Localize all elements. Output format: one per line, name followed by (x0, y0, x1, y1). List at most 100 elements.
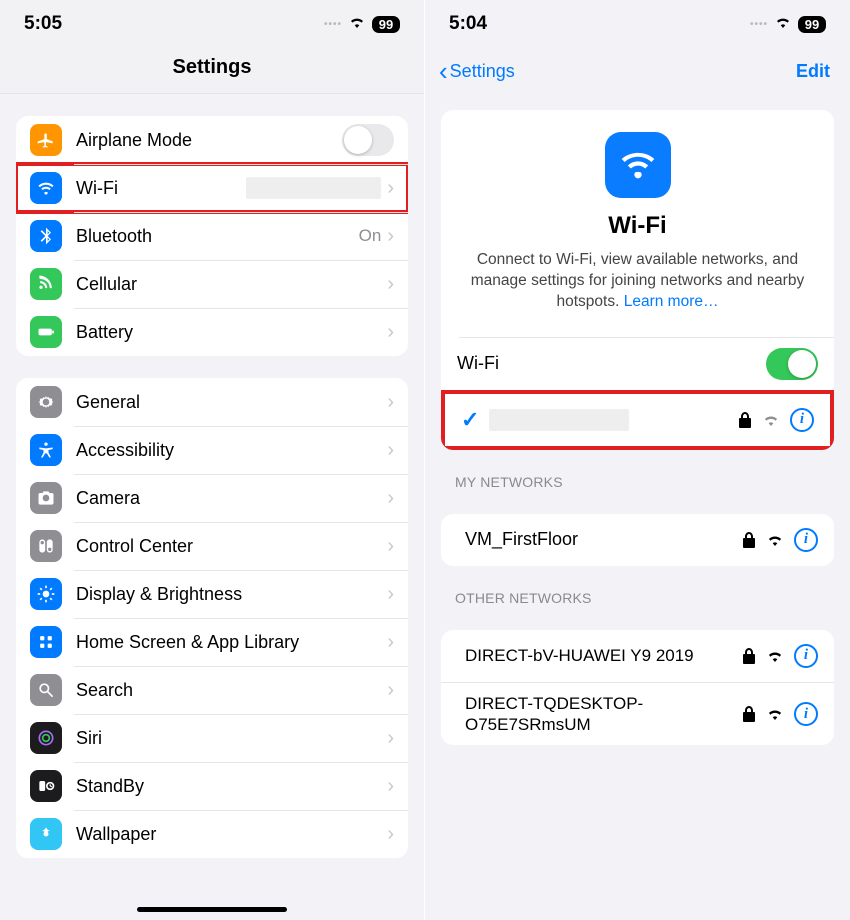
network-row[interactable]: DIRECT-bV-HUAWEI Y9 2019 i (441, 630, 834, 682)
hero-description: Connect to Wi-Fi, view available network… (459, 250, 816, 313)
row-wallpaper[interactable]: Wallpaper › (16, 810, 408, 858)
lock-icon (738, 412, 752, 428)
row-cellular[interactable]: Cellular › (16, 260, 408, 308)
network-row[interactable]: VM_FirstFloor i (441, 514, 834, 566)
row-label: Airplane Mode (76, 130, 342, 151)
info-button[interactable]: i (794, 702, 818, 726)
cellular-icon (30, 268, 62, 300)
other-networks-header: OTHER NETWORKS (425, 566, 850, 614)
learn-more-link[interactable]: Learn more… (624, 293, 719, 310)
row-control-center[interactable]: Control Center › (16, 522, 408, 570)
accessibility-icon (30, 434, 62, 466)
row-bluetooth[interactable]: Bluetooth On › (16, 212, 408, 260)
row-label: General (76, 392, 387, 413)
control-center-icon (30, 530, 62, 562)
network-name: VM_FirstFloor (457, 529, 742, 550)
row-standby[interactable]: StandBy › (16, 762, 408, 810)
row-label: Siri (76, 728, 387, 749)
row-label: Search (76, 680, 387, 701)
settings-group-connectivity: Airplane Mode Wi-Fi › Bluetooth (16, 116, 408, 356)
row-label: Control Center (76, 536, 387, 557)
hero-title: Wi-Fi (459, 212, 816, 240)
wifi-toggle-row[interactable]: Wi-Fi (441, 338, 834, 390)
connected-network-highlight: ✓ i (441, 390, 834, 450)
row-label: Cellular (76, 274, 387, 295)
connected-ssid-redacted (489, 409, 629, 431)
status-time: 5:05 (24, 13, 62, 35)
row-value: On (359, 226, 382, 246)
row-label: Camera (76, 488, 387, 509)
checkmark-icon: ✓ (461, 407, 479, 433)
battery-icon (30, 316, 62, 348)
row-label: Wi-Fi (76, 178, 246, 199)
nav-title: Settings (0, 48, 424, 94)
row-label: StandBy (76, 776, 387, 797)
chevron-right-icon: › (387, 631, 394, 654)
row-label: Wi-Fi (457, 353, 766, 374)
row-battery[interactable]: Battery › (16, 308, 408, 356)
info-button[interactable]: i (794, 528, 818, 552)
wifi-value-redacted (246, 177, 381, 199)
lock-icon (742, 648, 756, 664)
row-label: Display & Brightness (76, 584, 387, 605)
info-button[interactable]: i (794, 644, 818, 668)
chevron-right-icon: › (387, 583, 394, 606)
row-display-brightness[interactable]: Display & Brightness › (16, 570, 408, 618)
home-screen-icon (30, 626, 62, 658)
battery-badge: 99 (798, 16, 826, 33)
cellular-dots-icon: •••• (324, 19, 342, 30)
wifi-screen: 5:04 •••• 99 ‹ Settings Edit (425, 0, 850, 920)
row-label: Home Screen & App Library (76, 632, 387, 653)
standby-icon (30, 770, 62, 802)
row-siri[interactable]: Siri › (16, 714, 408, 762)
chevron-right-icon: › (387, 487, 394, 510)
lock-icon (742, 532, 756, 548)
wallpaper-icon (30, 818, 62, 850)
chevron-right-icon: › (387, 439, 394, 462)
airplane-icon (30, 124, 62, 156)
gear-icon (30, 386, 62, 418)
chevron-right-icon: › (387, 823, 394, 846)
network-row[interactable]: DIRECT-TQDESKTOP-O75E7SRmsUM i (441, 682, 834, 746)
wifi-status-icon (774, 13, 792, 35)
chevron-right-icon: › (387, 679, 394, 702)
edit-button[interactable]: Edit (796, 48, 830, 94)
lock-icon (742, 706, 756, 722)
battery-badge: 99 (372, 16, 400, 33)
airplane-toggle[interactable] (342, 124, 394, 156)
row-label: Battery (76, 322, 387, 343)
row-camera[interactable]: Camera › (16, 474, 408, 522)
row-search[interactable]: Search › (16, 666, 408, 714)
network-name: DIRECT-bV-HUAWEI Y9 2019 (457, 635, 742, 676)
row-airplane-mode[interactable]: Airplane Mode (16, 116, 408, 164)
row-label: Wallpaper (76, 824, 387, 845)
my-networks-header: MY NETWORKS (425, 450, 850, 498)
brightness-icon (30, 578, 62, 610)
row-label: Bluetooth (76, 226, 359, 247)
camera-icon (30, 482, 62, 514)
chevron-right-icon: › (387, 775, 394, 798)
siri-icon (30, 722, 62, 754)
row-home-screen[interactable]: Home Screen & App Library › (16, 618, 408, 666)
chevron-right-icon: › (387, 177, 394, 200)
row-label: Accessibility (76, 440, 387, 461)
info-button[interactable]: i (790, 408, 814, 432)
search-icon (30, 674, 62, 706)
wifi-signal-icon (766, 707, 784, 721)
row-general[interactable]: General › (16, 378, 408, 426)
wifi-signal-icon (766, 649, 784, 663)
wifi-toggle[interactable] (766, 348, 818, 380)
cellular-dots-icon: •••• (750, 19, 768, 30)
row-wifi[interactable]: Wi-Fi › (16, 164, 408, 212)
connected-network-row[interactable]: ✓ i (445, 394, 830, 446)
back-button[interactable]: ‹ Settings (439, 48, 515, 94)
chevron-right-icon: › (387, 225, 394, 248)
chevron-right-icon: › (387, 273, 394, 296)
settings-group-general: General › Accessibility › Camera › (16, 378, 408, 858)
chevron-right-icon: › (387, 321, 394, 344)
wifi-status-icon (348, 13, 366, 35)
home-indicator[interactable] (137, 907, 287, 912)
row-accessibility[interactable]: Accessibility › (16, 426, 408, 474)
wifi-icon (30, 172, 62, 204)
network-name: DIRECT-TQDESKTOP-O75E7SRmsUM (457, 683, 742, 746)
